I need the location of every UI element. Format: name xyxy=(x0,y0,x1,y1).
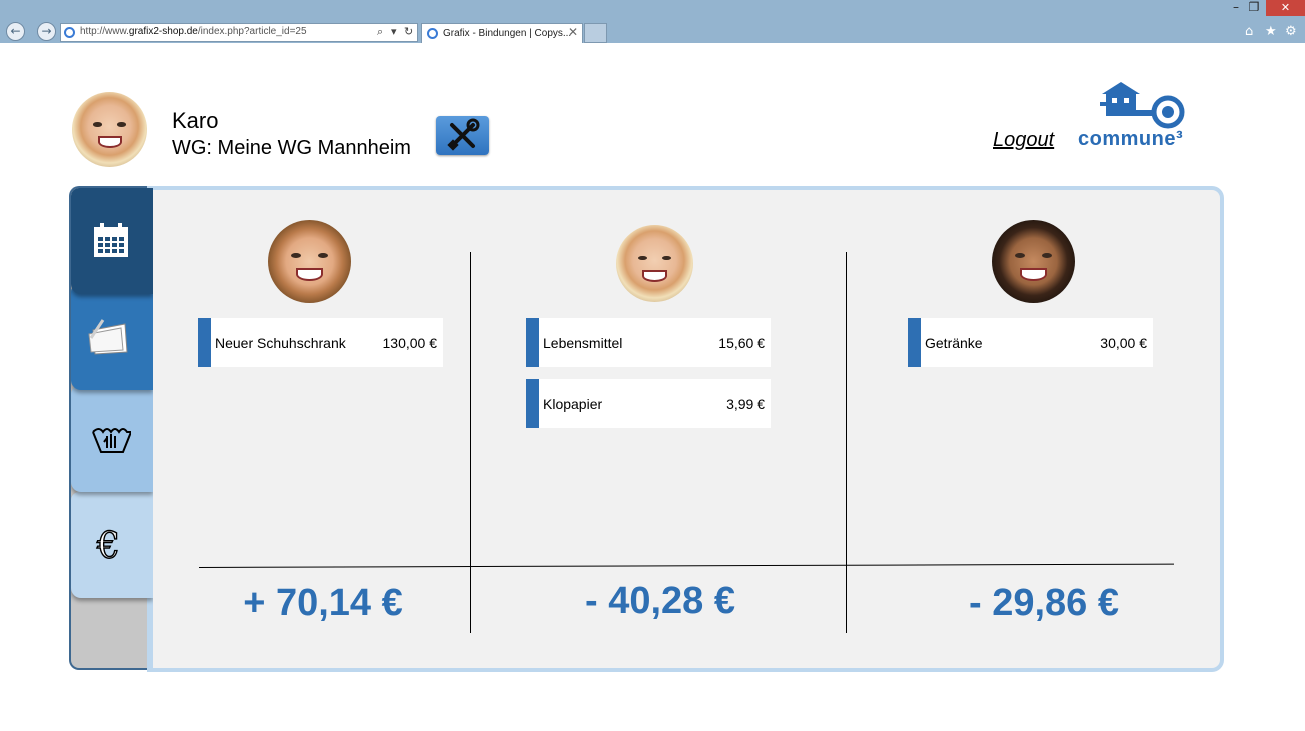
expense-amount: 30,00 € xyxy=(1100,335,1147,351)
expense-item[interactable]: Neuer Schuhschrank 130,00 € xyxy=(198,318,443,367)
commune-logo-icon xyxy=(1100,82,1185,129)
expense-label: Neuer Schuhschrank xyxy=(215,335,346,351)
browser-chrome: ← → http://www.grafix2-shop.de/index.php… xyxy=(0,0,1305,43)
browser-tab[interactable]: Grafix - Bindungen | Copys... ✕ xyxy=(421,23,583,43)
member-balance: - 40,28 € xyxy=(585,580,735,622)
user-avatar xyxy=(72,92,147,167)
forward-button[interactable]: → xyxy=(37,22,56,41)
brand-logo-text: commune³ xyxy=(1078,128,1184,150)
sidebar: € xyxy=(69,186,153,670)
calendar-icon xyxy=(94,223,128,257)
logout-link[interactable]: Logout xyxy=(993,129,1054,152)
address-url: http://www.grafix2-shop.de/index.php?art… xyxy=(80,26,307,37)
user-name: Karo xyxy=(172,108,219,133)
chevron-down-icon[interactable]: ▾ xyxy=(391,25,397,38)
euro-icon: € xyxy=(95,525,120,564)
address-bar[interactable]: http://www.grafix2-shop.de/index.php?art… xyxy=(60,23,418,42)
sidebar-tab-laundry[interactable] xyxy=(71,386,153,492)
sidebar-tab-calendar[interactable] xyxy=(71,188,153,294)
svg-text:€: € xyxy=(96,526,120,564)
restore-button[interactable]: ❐ xyxy=(1241,0,1267,16)
expense-amount: 15,60 € xyxy=(718,335,765,351)
home-icon[interactable]: ⌂ xyxy=(1245,24,1253,39)
expense-label: Lebensmittel xyxy=(543,335,623,351)
tab-title: Grafix - Bindungen | Copys... xyxy=(443,28,572,39)
note-paper-icon xyxy=(88,319,128,355)
search-icon[interactable]: ⌕ xyxy=(377,25,383,39)
member-balance: + 70,14 € xyxy=(243,582,403,624)
column-divider xyxy=(470,252,471,633)
settings-button[interactable] xyxy=(436,116,489,155)
forward-arrow-icon: → xyxy=(41,24,52,38)
close-window-button[interactable]: ✕ xyxy=(1266,0,1305,16)
sidebar-tab-finances[interactable]: € xyxy=(71,492,153,598)
ie-logo-icon xyxy=(64,27,75,38)
member-avatar xyxy=(616,225,693,302)
new-tab-button[interactable] xyxy=(584,23,607,43)
tab-close-icon[interactable]: ✕ xyxy=(568,25,578,39)
expense-item[interactable]: Lebensmittel 15,60 € xyxy=(526,318,771,367)
expense-label: Klopapier xyxy=(543,396,603,412)
expense-amount: 130,00 € xyxy=(382,335,438,351)
member-balance: - 29,86 € xyxy=(969,582,1119,624)
laundry-basin-icon xyxy=(92,428,131,453)
expense-item[interactable]: Getränke 30,00 € xyxy=(908,318,1153,367)
gear-icon[interactable]: ⚙ xyxy=(1285,24,1297,39)
tools-icon xyxy=(447,118,480,151)
expense-amount: 3,99 € xyxy=(726,396,765,412)
ie-logo-icon xyxy=(427,28,438,39)
sidebar-tab-notes[interactable] xyxy=(71,284,153,390)
expense-label: Getränke xyxy=(925,335,983,351)
favorites-star-icon[interactable]: ★ xyxy=(1265,24,1277,39)
column-divider xyxy=(846,252,847,633)
member-avatar xyxy=(992,220,1075,303)
refresh-icon[interactable]: ↻ xyxy=(404,25,413,38)
member-avatar xyxy=(268,220,351,303)
wg-name: WG: Meine WG Mannheim xyxy=(172,137,411,159)
back-arrow-icon: ← xyxy=(10,24,21,38)
back-button[interactable]: ← xyxy=(6,22,25,41)
expense-item[interactable]: Klopapier 3,99 € xyxy=(526,379,771,428)
